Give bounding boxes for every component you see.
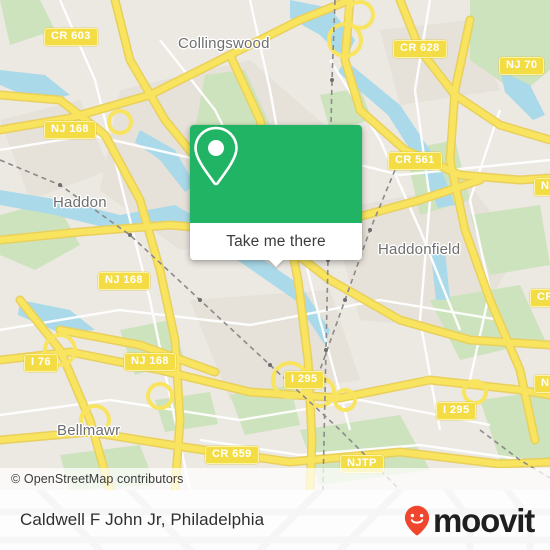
place-title: Caldwell F John Jr, Philadelphia	[20, 510, 265, 529]
destination-popup-card[interactable]: Take me there	[190, 125, 362, 267]
route-shield[interactable]: NJ	[534, 178, 550, 196]
map-canvas[interactable]: Collingswood Haddon Haddonfield Bellmawr…	[0, 0, 550, 490]
moovit-map-screen: Collingswood Haddon Haddonfield Bellmawr…	[0, 0, 550, 550]
route-shield[interactable]: CR	[530, 289, 550, 307]
route-shield[interactable]: NJ 168	[124, 353, 176, 371]
map-attribution: © OpenStreetMap contributors	[0, 468, 550, 490]
route-shield[interactable]: I 295	[284, 371, 325, 389]
route-shield[interactable]: CR 603	[44, 28, 98, 46]
attribution-text: © OpenStreetMap contributors	[11, 472, 184, 486]
route-shield[interactable]: NJ 168	[44, 121, 96, 139]
route-shield[interactable]: I 295	[436, 402, 477, 420]
moovit-pin-icon	[404, 505, 430, 535]
take-me-there-label: Take me there	[226, 232, 326, 250]
popup-pointer	[268, 259, 284, 267]
route-shield[interactable]: NJ	[534, 375, 550, 393]
moovit-wordmark: moovit	[433, 501, 535, 539]
bottom-bar: Caldwell F John Jr, Philadelphia moovit	[0, 490, 550, 550]
route-shield[interactable]: NJ 168	[98, 272, 150, 290]
route-shield[interactable]: CR 561	[388, 152, 442, 170]
moovit-logo[interactable]: moovit	[404, 490, 535, 550]
map-pin-icon	[194, 126, 238, 186]
popup-image-area	[190, 125, 362, 223]
route-shield[interactable]: CR 628	[393, 40, 447, 58]
route-shield[interactable]: I 76	[24, 354, 58, 372]
route-shield[interactable]: NJ 70	[499, 57, 545, 75]
take-me-there-button[interactable]: Take me there	[190, 223, 362, 260]
route-shield[interactable]: CR 659	[205, 446, 259, 464]
